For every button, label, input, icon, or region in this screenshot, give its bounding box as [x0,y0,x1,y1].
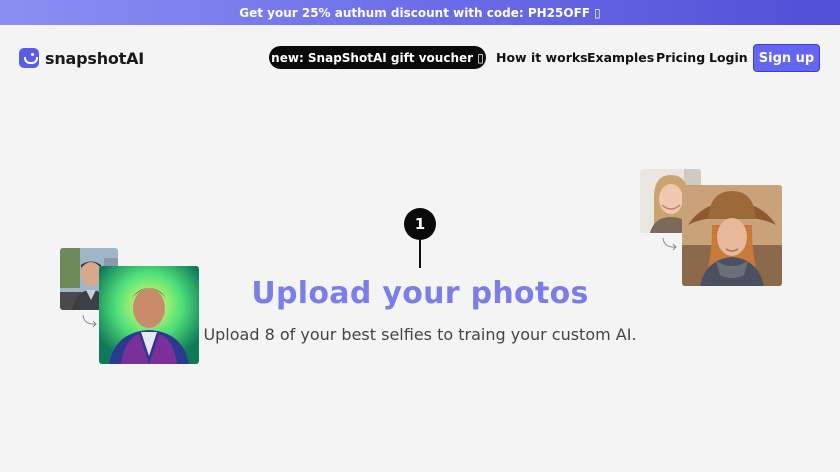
step-connector-line [419,240,421,268]
nav-link-examples[interactable]: Examples [587,50,654,65]
step-number-badge: 1 [404,208,436,240]
top-nav: snapshotAI new: SnapShotAI gift voucher … [0,44,840,72]
brand-logo[interactable]: snapshotAI [19,48,144,68]
promo-banner[interactable]: Get your 25% authum discount with code: … [0,0,840,25]
ai-portrait-after-right [682,185,782,286]
brand-name: snapshotAI [45,48,145,68]
nav-link-login[interactable]: Login [709,50,748,65]
nav-link-how-it-works[interactable]: How it works [496,50,588,65]
logo-icon [19,48,39,68]
signup-button[interactable]: Sign up [753,44,820,72]
promo-text: Get your 25% authum discount with code: … [239,5,601,20]
hero-subtitle: Upload 8 of your best selfies to traing … [203,325,637,344]
gift-voucher-button[interactable]: new: SnapShotAI gift voucher ▯ [269,46,486,69]
arrow-icon [662,237,677,251]
nav-link-pricing[interactable]: Pricing [656,50,705,65]
